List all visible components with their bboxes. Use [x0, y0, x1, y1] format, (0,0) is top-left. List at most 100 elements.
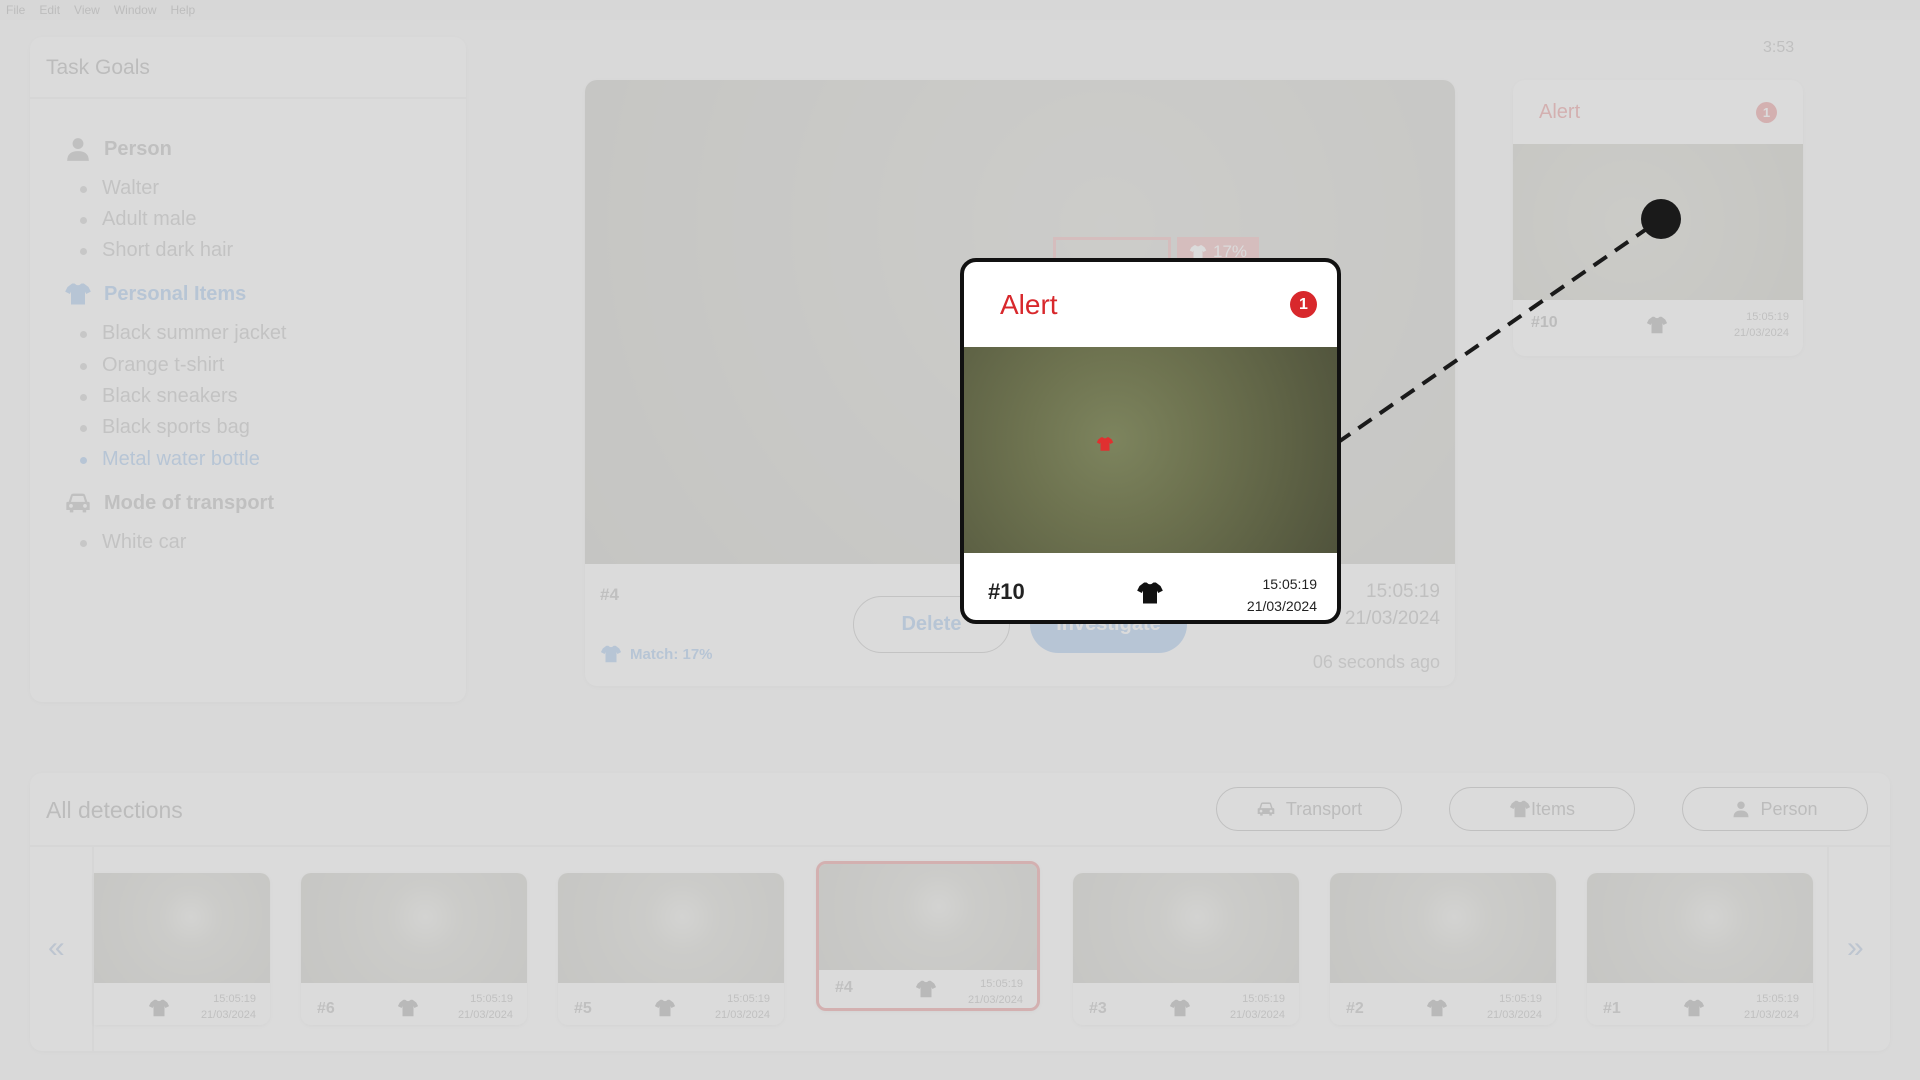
detection-card-timestamp: 15:05:19 21/03/2024	[201, 991, 256, 1023]
filter-transport-label: Transport	[1285, 798, 1363, 819]
menu-view[interactable]: View	[74, 3, 100, 17]
detection-card-timestamp: 15:05:19 21/03/2024	[968, 976, 1023, 1008]
menu-help[interactable]: Help	[171, 3, 196, 17]
detection-card[interactable]: #2 15:05:19 21/03/2024	[1330, 873, 1556, 1025]
scroll-left-arrow[interactable]: «	[48, 931, 65, 965]
side-alert-timestamp: 15:05:19 21/03/2024	[1734, 309, 1789, 341]
detection-thumbnail	[558, 873, 784, 983]
side-alert-time: 15:05:19	[1746, 311, 1789, 323]
alert-popup-card[interactable]: Alert 1 #10 15:05:19 21/03/2024	[960, 258, 1341, 624]
card-time: 15:05:19	[1756, 993, 1799, 1005]
category-transport: Mode of transport	[64, 489, 274, 517]
detection-card[interactable]: #3 15:05:19 21/03/2024	[1073, 873, 1299, 1025]
detection-card[interactable]: #6 15:05:19 21/03/2024	[301, 873, 527, 1025]
tshirt-icon	[1646, 314, 1668, 341]
goal-item: Black summer jacket	[80, 322, 287, 344]
detection-card-timestamp: 15:05:19 21/03/2024	[1230, 991, 1285, 1023]
alert-popup-time: 15:05:19	[1262, 576, 1318, 592]
detection-card[interactable]: #1 15:05:19 21/03/2024	[1587, 873, 1813, 1025]
detection-card-selected[interactable]: #4 15:05:19 21/03/2024	[816, 861, 1040, 1011]
goal-item: Orange t-shirt	[79, 354, 225, 376]
filter-person-button[interactable]: Person	[1682, 787, 1868, 831]
alert-popup-id: #10	[988, 579, 1025, 604]
card-date: 21/03/2024	[714, 1009, 770, 1021]
menu-window[interactable]: Window	[114, 3, 157, 17]
car-icon	[1256, 799, 1276, 819]
detection-card-id: #3	[1089, 1000, 1107, 1017]
tshirt-icon	[148, 997, 170, 1024]
detection-thumbnail	[1330, 873, 1556, 983]
card-time: 15:05:19	[1499, 993, 1542, 1005]
tshirt-icon	[915, 978, 937, 1005]
divider	[30, 845, 1890, 847]
category-personal-items: Personal Items	[64, 280, 246, 308]
detection-card-id: #2	[1346, 1000, 1364, 1017]
category-personal-items-label: Personal Items	[104, 282, 247, 305]
tshirt-icon	[1683, 997, 1705, 1024]
detection-time: 15:05:19	[1366, 581, 1440, 602]
person-icon	[64, 135, 92, 163]
detection-card[interactable]: #5 15:05:19 21/03/2024	[558, 873, 784, 1025]
car-icon	[64, 489, 92, 517]
detection-thumbnail	[819, 864, 1037, 970]
detection-card[interactable]: 15:05:19 21/03/2024	[94, 873, 270, 1025]
detection-thumbnail	[1073, 873, 1299, 983]
detection-timestamp: 15:05:19 21/03/2024	[1345, 578, 1440, 632]
card-date: 21/03/2024	[1229, 1009, 1285, 1021]
tshirt-icon	[1426, 997, 1448, 1024]
side-alert-title: Alert	[1539, 100, 1581, 123]
detection-date: 21/03/2024	[1344, 608, 1440, 629]
goal-item: Black sports bag	[80, 416, 250, 438]
detection-card-id: #1	[1603, 1000, 1621, 1017]
detection-age: 06 seconds ago	[1312, 652, 1440, 672]
card-time: 15:05:19	[213, 993, 256, 1005]
filter-items-label: Items	[1530, 798, 1575, 819]
side-alert-id: #10	[1531, 314, 1558, 331]
card-time: 15:05:19	[980, 978, 1023, 990]
tshirt-icon	[1136, 579, 1164, 612]
alert-popup-header: Alert 1	[964, 262, 1337, 347]
person-icon	[1732, 800, 1750, 818]
detection-card-timestamp: 15:05:19 21/03/2024	[715, 991, 770, 1023]
alert-count-badge: 1	[1756, 101, 1777, 123]
menu-file[interactable]: File	[6, 3, 25, 17]
alert-popup-title: Alert	[1000, 288, 1058, 320]
tshirt-icon	[654, 997, 676, 1024]
filter-person-label: Person	[1760, 798, 1818, 819]
all-detections-title: All detections	[46, 797, 183, 823]
tshirt-icon	[397, 997, 419, 1024]
filter-transport-button[interactable]: Transport	[1216, 787, 1402, 831]
card-date: 21/03/2024	[967, 994, 1023, 1006]
detection-id: #4	[600, 585, 619, 604]
category-person: Person	[64, 135, 172, 163]
detection-card-id: #6	[317, 1000, 335, 1017]
detection-card-timestamp: 15:05:19 21/03/2024	[1744, 991, 1799, 1023]
task-goals-title: Task Goals	[30, 37, 466, 99]
category-person-label: Person	[104, 137, 172, 160]
divider	[1827, 847, 1829, 1051]
card-date: 21/03/2024	[1486, 1009, 1542, 1021]
match-indicator: Match: 17%	[600, 643, 713, 665]
detection-thumbnail	[301, 873, 527, 983]
detection-card-timestamp: 15:05:19 21/03/2024	[1487, 991, 1542, 1023]
match-text: Match: 17%	[630, 645, 713, 663]
scroll-right-arrow[interactable]: »	[1847, 931, 1864, 965]
side-alert-footer: #10 15:05:19 21/03/2024	[1513, 300, 1803, 356]
alert-popup-footer: #10 15:05:19 21/03/2024	[964, 553, 1337, 620]
goal-item: Walter	[79, 177, 160, 199]
filter-items-button[interactable]: Items	[1449, 787, 1635, 831]
detection-card-id: #5	[574, 1000, 592, 1017]
goal-item-highlighted: Metal water bottle	[80, 448, 260, 470]
card-time: 15:05:19	[727, 993, 770, 1005]
card-date: 21/03/2024	[457, 1009, 513, 1021]
card-date: 21/03/2024	[200, 1009, 256, 1021]
alert-popup-image	[964, 347, 1337, 553]
clock: 3:53	[1763, 39, 1795, 56]
alert-count-badge: 1	[1290, 291, 1317, 318]
category-transport-label: Mode of transport	[104, 491, 274, 514]
goal-item: Adult male	[80, 208, 197, 230]
task-goals-panel: Task Goals Person Walter Adult male Shor…	[30, 37, 466, 702]
menu-edit[interactable]: Edit	[39, 3, 60, 17]
detection-card-timestamp: 15:05:19 21/03/2024	[458, 991, 513, 1023]
tshirt-icon	[600, 643, 622, 665]
